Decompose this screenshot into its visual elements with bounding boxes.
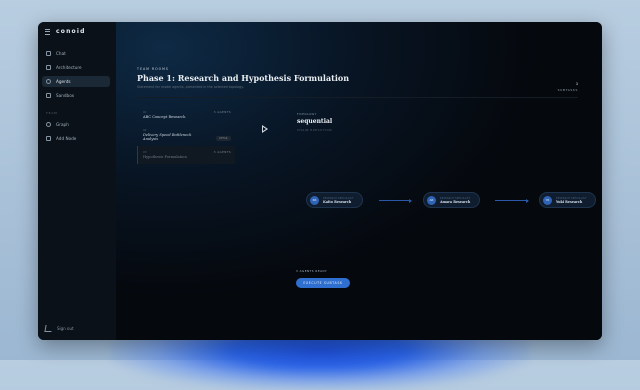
- subtask-name: ABC Concept Research: [143, 115, 186, 119]
- graph-icon: [46, 122, 51, 127]
- menu-icon[interactable]: [45, 28, 50, 35]
- app-window: conoid Chat Architecture Agents Sandbox …: [38, 22, 602, 340]
- subtask-agent-count: 3 AGENTS: [213, 110, 231, 114]
- agents-ready-label: 3 AGENTS READY: [296, 269, 328, 273]
- agent-name: Amara Research: [440, 199, 471, 204]
- page-title: Phase 1: Research and Hypothesis Formula…: [137, 73, 350, 83]
- sidebar-section-label: TEAM: [46, 111, 58, 115]
- sidebar: conoid Chat Architecture Agents Sandbox …: [38, 22, 117, 340]
- topology-value: sequential: [297, 118, 333, 125]
- sidebar-item-agents[interactable]: Agents: [42, 76, 110, 87]
- main-panel: TEAM ROOMS Phase 1: Research and Hypothe…: [116, 22, 602, 340]
- sidebar-item-label: Architecture: [56, 65, 82, 70]
- subtask-agent-count: 3 AGENTS: [213, 150, 231, 154]
- sidebar-item-label: Agents: [56, 79, 71, 84]
- sidebar-item-label: Graph: [56, 122, 69, 127]
- subtasks-count: 3: [575, 82, 578, 86]
- page-subtitle: Statement for model agents, presented in…: [137, 85, 244, 89]
- flow-arrow: [379, 198, 412, 203]
- agent-name: Kaito Research: [323, 199, 352, 204]
- subtask-name: Delivery Speed Bottleneck Analysis: [143, 133, 192, 141]
- agent-node[interactable]: YR RESEARCH SPECIALIST Yuki Research: [539, 192, 596, 208]
- agent-name: Yuki Research: [556, 199, 583, 204]
- agent-avatar: KR: [310, 195, 319, 205]
- sidebar-item-label: Add Node: [56, 136, 77, 141]
- box-icon: [46, 93, 51, 98]
- subtask-item[interactable]: 03 Hypothesis Formulation 3 AGENTS: [137, 146, 235, 164]
- subtasks-label: SUBTASKS: [557, 88, 578, 92]
- subtask-list: 01 ABC Concept Research 3 AGENTS 02 Deli…: [137, 106, 235, 164]
- agent-node[interactable]: KR RESEARCH SPECIALIST Kaito Research: [306, 192, 363, 208]
- subtask-item[interactable]: 01 ABC Concept Research 3 AGENTS: [137, 106, 235, 124]
- logout-icon: [44, 325, 53, 332]
- subtask-name: Hypothesis Formulation: [143, 155, 187, 159]
- plus-icon: [46, 136, 51, 141]
- flow-arrow: [495, 198, 529, 203]
- sidebar-item-label: Sandbox: [56, 93, 75, 98]
- grid-icon: [46, 65, 51, 70]
- topology-eyebrow: TOPOLOGY: [297, 112, 317, 116]
- subtask-item[interactable]: 02 Delivery Speed Bottleneck Analysis DE…: [137, 124, 235, 146]
- subtask-detail-badge[interactable]: DETAIL: [215, 136, 231, 141]
- agent-node[interactable]: AR RESEARCH SPECIALIST Amara Research: [423, 192, 480, 208]
- sidebar-item-graph[interactable]: Graph: [42, 119, 110, 130]
- sidebar-item-architecture[interactable]: Architecture: [42, 62, 110, 73]
- sidebar-item-chat[interactable]: Chat: [42, 48, 110, 59]
- play-icon[interactable]: [262, 125, 268, 133]
- execute-subtask-button[interactable]: EXECUTE SUBTASK: [296, 278, 350, 288]
- subtask-number: 02: [143, 128, 147, 132]
- sign-out-button[interactable]: Sign out: [44, 325, 74, 332]
- sidebar-item-label: Chat: [56, 51, 66, 56]
- agent-avatar: YR: [543, 195, 552, 205]
- brand-name: conoid: [56, 28, 86, 35]
- topology-subtitle: CHAIN EXECUTION: [297, 128, 333, 132]
- page-eyebrow: TEAM ROOMS: [137, 67, 169, 71]
- divider: [137, 97, 578, 98]
- users-icon: [46, 79, 51, 84]
- sidebar-item-sandbox[interactable]: Sandbox: [42, 90, 110, 101]
- sidebar-item-add-node[interactable]: Add Node: [42, 133, 110, 144]
- chat-icon: [46, 51, 51, 56]
- agent-avatar: AR: [427, 195, 436, 205]
- brand: conoid: [45, 28, 86, 35]
- sign-out-label: Sign out: [57, 326, 74, 331]
